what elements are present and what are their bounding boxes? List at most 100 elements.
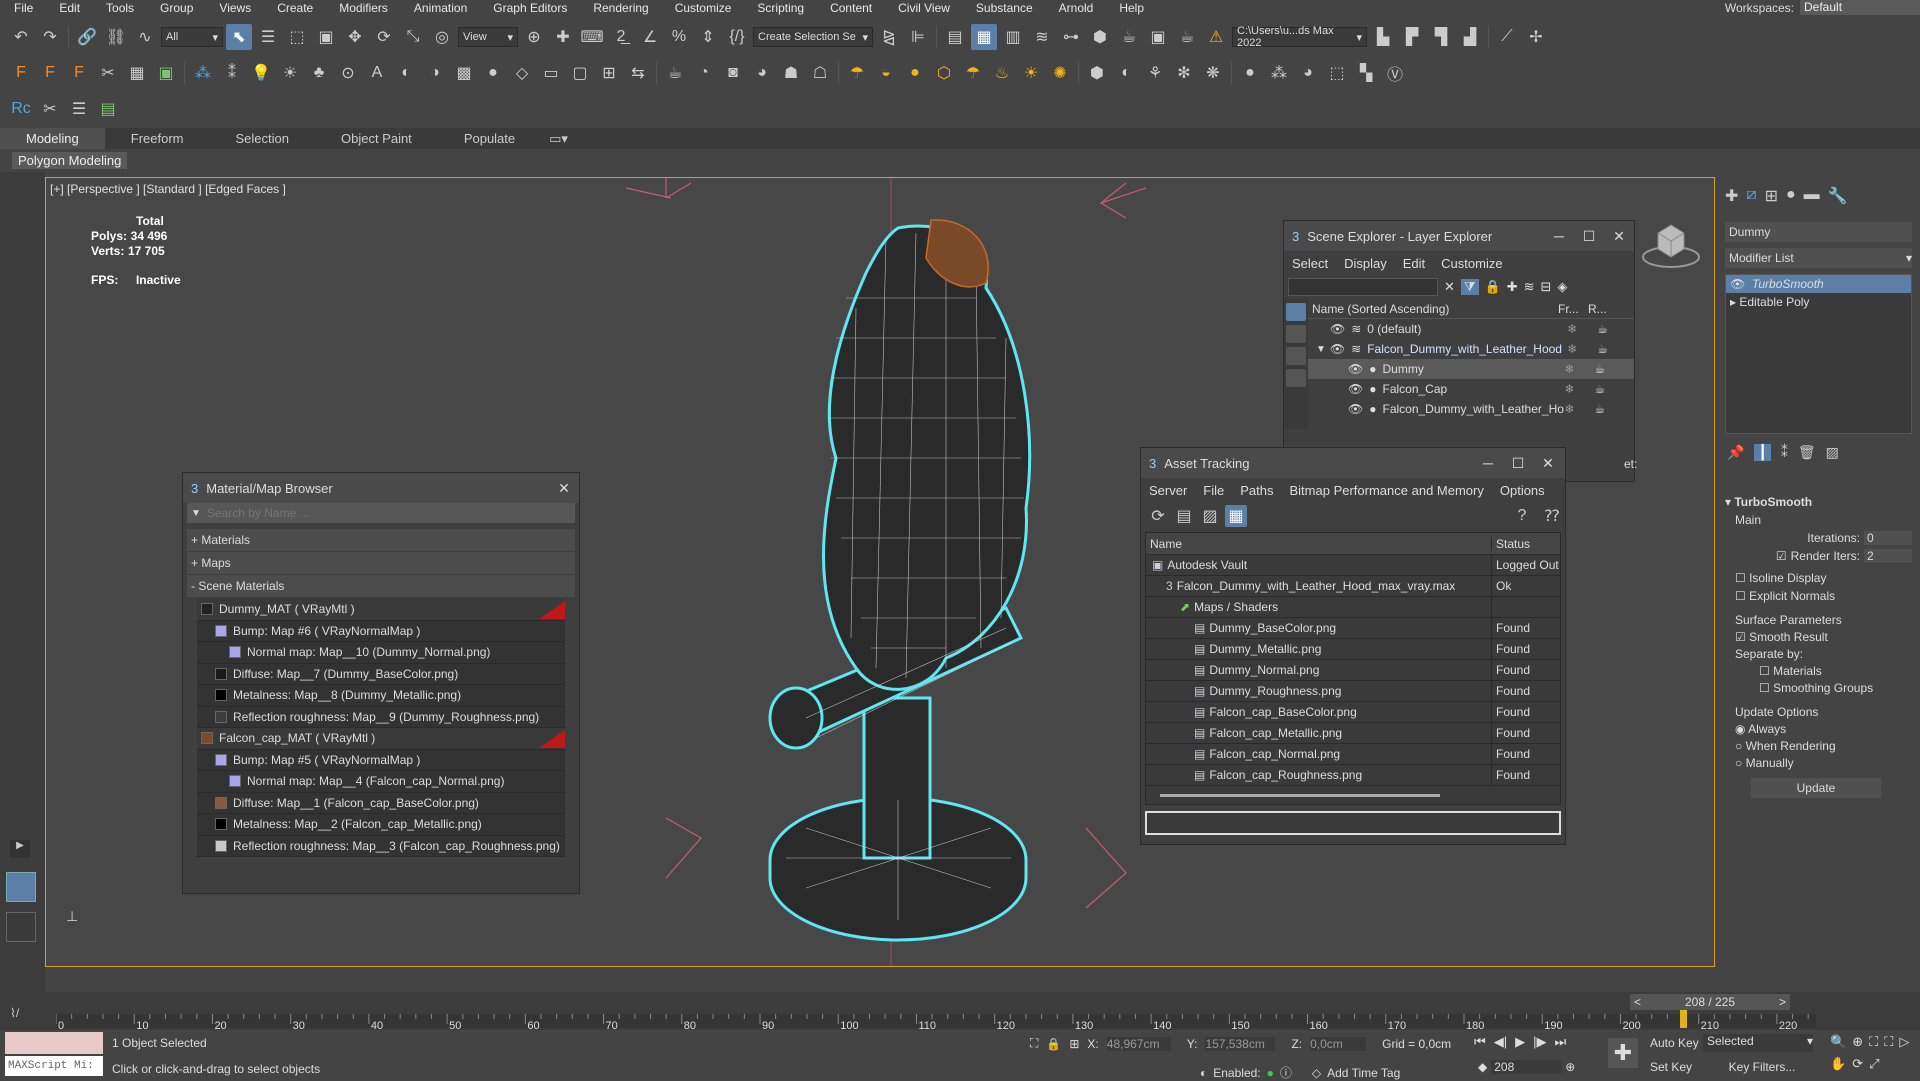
map-row[interactable]: Reflection roughness: Map__9 (Dummy_Roug… bbox=[197, 706, 565, 728]
list-view-icon[interactable]: ▤ bbox=[1173, 505, 1195, 527]
hierarchy-icon[interactable]: ⊟ bbox=[1541, 279, 1552, 295]
map-row[interactable]: Normal map: Map__10 (Dummy_Normal.png) bbox=[197, 642, 565, 664]
reference-coord-dropdown[interactable]: View ▾ bbox=[458, 27, 518, 47]
light-icon-2[interactable]: ◒ bbox=[873, 60, 899, 86]
viewport-icon-2[interactable]: ⊞ bbox=[596, 60, 622, 86]
tools-icon[interactable]: ✂ bbox=[95, 60, 121, 86]
expand-icon[interactable]: ▼ bbox=[1316, 344, 1326, 355]
plane-icon[interactable]: ◇ bbox=[509, 60, 535, 86]
freeze-icon[interactable]: ❄ bbox=[1567, 342, 1597, 356]
render-production-icon[interactable]: ☕ bbox=[1174, 24, 1200, 50]
scissors-icon[interactable]: ✂ bbox=[37, 96, 63, 122]
smoothing-groups-row[interactable]: ☐ Smoothing Groups bbox=[1735, 681, 1912, 695]
layers-icon[interactable]: ≋ bbox=[1524, 279, 1535, 295]
camera-icon[interactable]: ⊙ bbox=[335, 60, 361, 86]
isoline-row[interactable]: ☐ Isoline Display bbox=[1735, 571, 1912, 585]
selection-filter-dropdown[interactable]: All ▾ bbox=[161, 27, 223, 47]
minimize-icon[interactable]: ─ bbox=[1473, 448, 1503, 478]
object-icon-3[interactable]: ⚘ bbox=[1142, 60, 1168, 86]
zoom-extents-icon[interactable]: ⛶ bbox=[1869, 1034, 1878, 1050]
close-icon[interactable]: ✕ bbox=[1533, 448, 1563, 478]
current-frame-marker[interactable] bbox=[1680, 1010, 1688, 1028]
forest-pack-icon[interactable]: F bbox=[8, 60, 34, 86]
hierarchy-tab-icon[interactable]: ⊞ bbox=[1765, 186, 1778, 206]
menu-modifiers[interactable]: Modifiers bbox=[325, 1, 400, 15]
asset-row[interactable]: ▤ Dummy_Roughness.png Found bbox=[1146, 681, 1560, 702]
x-field[interactable]: 48,967cm bbox=[1106, 1036, 1171, 1051]
scene-explorer-icon[interactable]: ▥ bbox=[1000, 24, 1026, 50]
at-menu-item[interactable]: File bbox=[1203, 483, 1224, 498]
maximize-icon[interactable]: ☐ bbox=[1574, 221, 1604, 251]
sphere-icon[interactable]: ● bbox=[480, 60, 506, 86]
make-unique-icon[interactable]: ⁑ bbox=[1781, 444, 1788, 461]
map-row[interactable]: Metalness: Map__8 (Dummy_Metallic.png) bbox=[197, 685, 565, 707]
redo-icon[interactable]: ↷ bbox=[37, 24, 63, 50]
scene-explorer-titlebar[interactable]: 3 Scene Explorer - Layer Explorer ─ ☐ ✕ bbox=[1284, 221, 1634, 251]
sun-icon[interactable]: ☀ bbox=[277, 60, 303, 86]
menu-rendering[interactable]: Rendering bbox=[579, 1, 660, 15]
table-view-icon[interactable]: ▦ bbox=[1225, 505, 1247, 527]
menu-animation[interactable]: Animation bbox=[400, 1, 479, 15]
go-to-start-icon[interactable]: ⏮ bbox=[1474, 1034, 1486, 1050]
isolate-icon[interactable]: ⛶ bbox=[1030, 1036, 1038, 1051]
vray-icon-5[interactable]: ☖ bbox=[807, 60, 833, 86]
tree-icon[interactable]: ♣ bbox=[306, 60, 332, 86]
configure-sets-icon[interactable]: ▨ bbox=[1826, 444, 1839, 461]
shader-icon-2[interactable]: ◕ bbox=[1295, 60, 1321, 86]
shader-icon-4[interactable]: ▚ bbox=[1353, 60, 1379, 86]
help-icon[interactable]: ? bbox=[1509, 503, 1535, 529]
close-icon[interactable]: ✕ bbox=[549, 473, 579, 503]
map-row[interactable]: Metalness: Map__2 (Falcon_cap_Metallic.p… bbox=[197, 814, 565, 836]
render-icon[interactable]: ☕ bbox=[1597, 342, 1617, 356]
toggle-ribbon-icon[interactable]: ▦ bbox=[971, 24, 997, 50]
particles-icon-1[interactable]: ⁂ bbox=[190, 60, 216, 86]
play-icon[interactable]: ▶ bbox=[1515, 1034, 1525, 1050]
update-button[interactable]: Update bbox=[1751, 778, 1881, 798]
light-icon-7[interactable]: ☀ bbox=[1018, 60, 1044, 86]
color-balls-icon[interactable]: ⁂ bbox=[1266, 60, 1292, 86]
rotate-icon[interactable]: ⟳ bbox=[371, 24, 397, 50]
zoom-icon[interactable]: 🔍 bbox=[1830, 1034, 1846, 1050]
add-time-tag[interactable]: Add Time Tag bbox=[1327, 1066, 1400, 1080]
tab-freeform[interactable]: Freeform bbox=[105, 128, 210, 149]
manually-radio-row[interactable]: ○ Manually bbox=[1735, 756, 1912, 770]
close-icon[interactable]: ✕ bbox=[1604, 221, 1634, 251]
display-tab-icon[interactable]: ▬ bbox=[1804, 186, 1820, 206]
link-icon[interactable]: 🔗 bbox=[74, 24, 100, 50]
bitmap-icon[interactable]: ▩ bbox=[451, 60, 477, 86]
material-section[interactable]: - Scene Materials bbox=[187, 575, 575, 597]
auto-key-button[interactable]: Auto Key bbox=[1650, 1036, 1700, 1050]
menu-content[interactable]: Content bbox=[816, 1, 884, 15]
menu-file[interactable]: File bbox=[0, 1, 45, 15]
maxscript-input[interactable]: MAXScript Mi: bbox=[5, 1056, 103, 1076]
mirror-icon[interactable]: ⧎ bbox=[876, 24, 902, 50]
scene-row[interactable]: 👁 ● Falcon_Cap ❄ ☕ bbox=[1308, 379, 1634, 399]
show-end-result-icon[interactable]: ┃ bbox=[1754, 444, 1771, 461]
key-filters-button[interactable]: Key Filters... bbox=[1712, 1060, 1812, 1074]
material-section[interactable]: + Maps bbox=[187, 552, 575, 574]
bind-spacewarp-icon[interactable]: ∿ bbox=[132, 24, 158, 50]
menu-scripting[interactable]: Scripting bbox=[743, 1, 816, 15]
spinner-snap-icon[interactable]: ⇕ bbox=[695, 24, 721, 50]
eye-icon[interactable]: 👁 bbox=[1348, 362, 1363, 376]
asset-row[interactable]: ▤ Dummy_Metallic.png Found bbox=[1146, 639, 1560, 660]
rendered-frame-icon[interactable]: ▣ bbox=[1145, 24, 1171, 50]
snaps-toggle-icon[interactable]: 2̲ bbox=[608, 24, 634, 50]
menu-substance[interactable]: Substance bbox=[962, 1, 1045, 15]
text-icon[interactable]: A bbox=[364, 60, 390, 86]
project-icon-1[interactable]: ▙ bbox=[1370, 24, 1396, 50]
schematic-view-icon[interactable]: ⊶ bbox=[1058, 24, 1084, 50]
light-icon-1[interactable]: ☂ bbox=[844, 60, 870, 86]
pivot-icon[interactable]: ⊕ bbox=[521, 24, 547, 50]
object-icon-5[interactable]: ❋ bbox=[1200, 60, 1226, 86]
menu-customize[interactable]: Customize bbox=[661, 1, 744, 15]
tab-modeling[interactable]: Modeling bbox=[0, 128, 105, 149]
maximize-viewport-icon[interactable]: ⤢ bbox=[1869, 1056, 1879, 1072]
menu-graph-editors[interactable]: Graph Editors bbox=[479, 1, 579, 15]
se-menu-edit[interactable]: Edit bbox=[1403, 256, 1425, 271]
explicit-normals-row[interactable]: ☐ Explicit Normals bbox=[1735, 589, 1912, 603]
scene-row[interactable]: 👁 ● Dummy ❄ ☕ bbox=[1308, 359, 1634, 379]
move-icon[interactable]: ✥ bbox=[342, 24, 368, 50]
scene-row[interactable]: 👁 ≋ 0 (default) ❄ ☕ bbox=[1308, 319, 1634, 339]
place-icon[interactable]: ◎ bbox=[429, 24, 455, 50]
